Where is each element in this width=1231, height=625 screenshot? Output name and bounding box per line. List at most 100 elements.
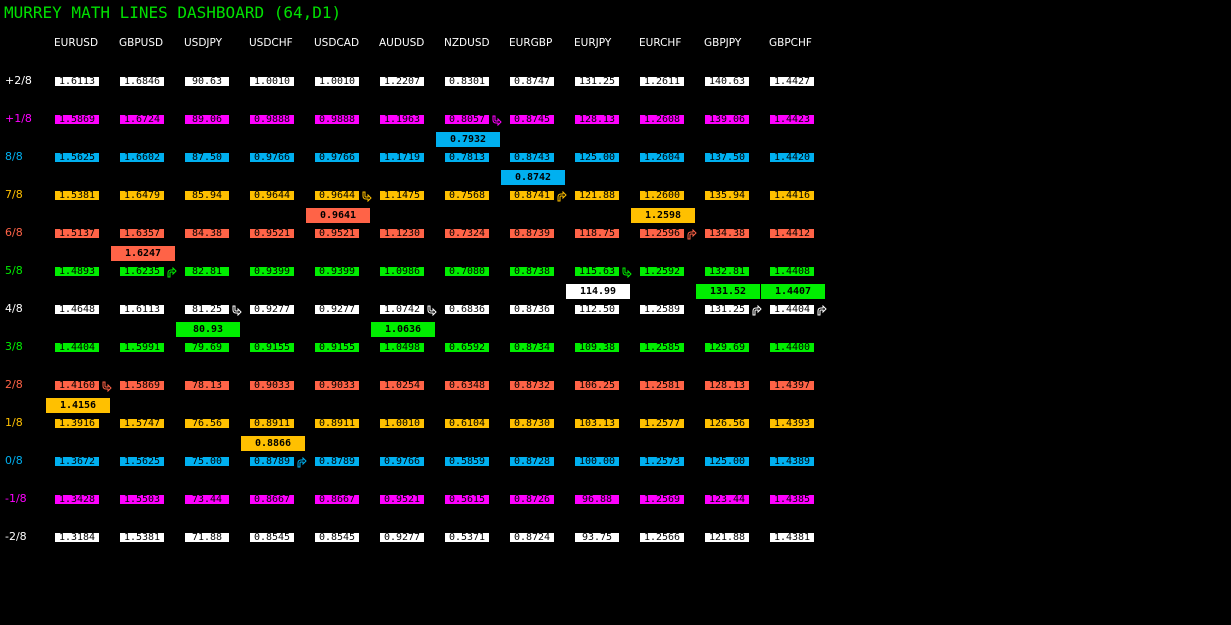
level-value-cell: 1.5137 [54,228,100,239]
level-value-cell: 1.4412 [769,228,815,239]
level-value-cell: 1.2207 [379,76,425,87]
level-value-cell: 0.9155 [314,342,360,353]
level-value-cell: 0.8732 [509,380,555,391]
level-value-cell: 1.6724 [119,114,165,125]
level-value-cell: 131.25 [574,76,620,87]
level-label: 7/8 [5,188,23,201]
level-value-cell: 1.4400 [769,342,815,353]
level-value-cell: 106.25 [574,380,620,391]
level-value-cell: 0.8057 [444,114,490,125]
level-value-cell: 1.0010 [314,76,360,87]
level-value-cell: 1.1475 [379,190,425,201]
level-value-cell: 0.5859 [444,456,490,467]
symbol-header-eurusd: EURUSD [54,37,99,49]
level-value-cell: 0.8734 [509,342,555,353]
level-value-cell: 0.8726 [509,494,555,505]
level-value-cell: 0.8741 [509,190,555,201]
current-price-box: 0.7932 [436,132,500,147]
level-value-cell: 1.1230 [379,228,425,239]
level-value-cell: 0.5615 [444,494,490,505]
level-label: 3/8 [5,340,23,353]
level-value-cell: 0.8789 [249,456,295,467]
arrow-down-icon [361,191,372,202]
level-value-cell: 103.13 [574,418,620,429]
level-value-cell: 1.4427 [769,76,815,87]
level-value-cell: 0.9644 [249,190,295,201]
level-value-cell: 0.7813 [444,152,490,163]
level-value-cell: 0.8667 [249,494,295,505]
arrow-up-icon [556,191,567,202]
level-value-cell: 1.5747 [119,418,165,429]
level-value-cell: 0.8739 [509,228,555,239]
current-price-box: 1.2598 [631,208,695,223]
level-value-cell: 75.00 [184,456,230,467]
level-value-cell: 0.6104 [444,418,490,429]
arrow-up-icon [751,305,762,316]
level-value-cell: 121.88 [574,190,620,201]
arrow-down-icon [426,305,437,316]
level-label: -2/8 [5,530,27,543]
level-value-cell: 1.5503 [119,494,165,505]
level-value-cell: 1.2585 [639,342,685,353]
level-label: 2/8 [5,378,23,391]
level-label: 0/8 [5,454,23,467]
level-value-cell: 0.9766 [314,152,360,163]
level-value-cell: 0.7324 [444,228,490,239]
level-value-cell: 1.4416 [769,190,815,201]
level-value-cell: 1.2573 [639,456,685,467]
symbol-header-nzdusd: NZDUSD [444,37,490,49]
level-value-cell: 1.2592 [639,266,685,277]
level-value-cell: 115.63 [574,266,620,277]
level-label: 4/8 [5,302,23,315]
level-value-cell: 0.7080 [444,266,490,277]
level-label: 6/8 [5,226,23,239]
level-value-cell: 0.7568 [444,190,490,201]
symbol-header-gbpusd: GBPUSD [119,37,164,49]
arrow-up-icon [686,229,697,240]
level-value-cell: 1.5381 [54,190,100,201]
level-label: 5/8 [5,264,23,277]
level-value-cell: 0.9521 [249,228,295,239]
level-value-cell: 1.2589 [639,304,685,315]
level-value-cell: 0.8789 [314,456,360,467]
level-value-cell: 90.63 [184,76,230,87]
level-value-cell: 85.94 [184,190,230,201]
symbol-header-gbpjpy: GBPJPY [704,37,742,49]
level-value-cell: 1.2596 [639,228,685,239]
level-value-cell: 1.0254 [379,380,425,391]
level-value-cell: 0.8545 [314,532,360,543]
level-value-cell: 1.5625 [54,152,100,163]
level-value-cell: 1.0498 [379,342,425,353]
level-value-cell: 1.4420 [769,152,815,163]
level-value-cell: 121.88 [704,532,750,543]
level-value-cell: 0.6836 [444,304,490,315]
level-value-cell: 1.4404 [769,304,815,315]
level-value-cell: 0.8728 [509,456,555,467]
level-value-cell: 0.8747 [509,76,555,87]
level-value-cell: 1.4408 [769,266,815,277]
level-value-cell: 1.5991 [119,342,165,353]
symbol-header-eurjpy: EURJPY [574,37,612,49]
level-label: -1/8 [5,492,27,505]
level-value-cell: 0.9888 [314,114,360,125]
level-value-cell: 1.5869 [54,114,100,125]
level-value-cell: 0.8545 [249,532,295,543]
symbol-header-eurgbp: EURGBP [509,37,553,49]
level-value-cell: 76.56 [184,418,230,429]
level-value-cell: 140.63 [704,76,750,87]
level-value-cell: 1.5869 [119,380,165,391]
level-value-cell: 118.75 [574,228,620,239]
level-value-cell: 1.2581 [639,380,685,391]
level-value-cell: 1.3672 [54,456,100,467]
level-value-cell: 0.8667 [314,494,360,505]
arrow-down-icon [101,381,112,392]
level-value-cell: 125.00 [574,152,620,163]
level-value-cell: 1.4385 [769,494,815,505]
symbol-header-gbpchf: GBPCHF [769,37,812,49]
level-value-cell: 0.8743 [509,152,555,163]
level-value-cell: 0.9644 [314,190,360,201]
level-value-cell: 109.38 [574,342,620,353]
symbol-header-usdcad: USDCAD [314,37,360,49]
level-value-cell: 1.2566 [639,532,685,543]
dashboard-title: MURREY MATH LINES DASHBOARD (64,D1) [4,3,342,22]
